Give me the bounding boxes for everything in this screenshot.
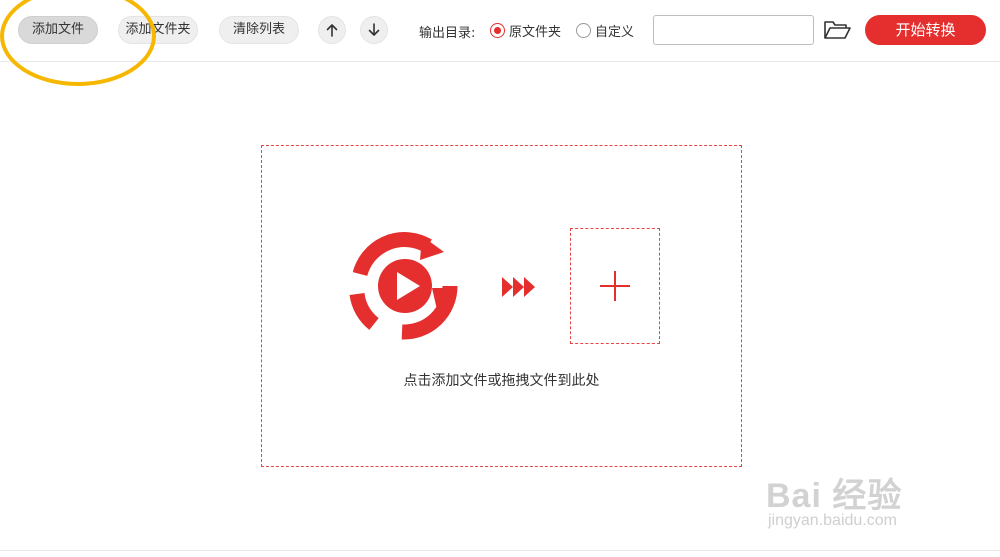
output-dir-label: 输出目录: [419,26,476,41]
radio-original-folder[interactable]: 原文件夹 [490,21,561,40]
add-file-placeholder[interactable] [570,228,660,344]
plus-icon [600,271,630,301]
start-convert-button[interactable]: 开始转换 [865,15,986,45]
toolbar: 添加文件 添加文件夹 清除列表 输出目录: 原文件夹 自定义 开始转换 [0,0,1000,62]
folder-open-icon [824,21,851,39]
move-up-button[interactable] [318,16,346,44]
file-drop-zone[interactable]: 点击添加文件或拖拽文件到此处 [261,145,742,467]
baidu-watermark: Bai 经验 jingyan.baidu.com [766,448,966,538]
browse-folder-button[interactable] [822,17,852,43]
drop-hint-text: 点击添加文件或拖拽文件到此处 [403,373,600,389]
watermark-logo-text: Bai 经验 [766,477,903,515]
move-down-button[interactable] [360,16,388,44]
add-folder-button[interactable]: 添加文件夹 [118,16,198,44]
radio-custom-indicator[interactable] [576,23,591,38]
clear-list-button[interactable]: 清除列表 [219,16,299,44]
triple-arrow-icon [502,277,535,297]
add-file-button[interactable]: 添加文件 [18,16,98,44]
radio-original-label: 原文件夹 [509,25,562,40]
arrow-up-icon [326,24,338,37]
radio-original-indicator[interactable] [490,23,505,38]
radio-custom-label: 自定义 [595,25,635,40]
bottom-divider [0,550,1000,551]
arrow-down-icon [368,23,380,36]
radio-custom-folder[interactable]: 自定义 [576,21,634,40]
watermark-url: jingyan.baidu.com [768,512,897,529]
output-path-input[interactable] [653,15,814,45]
video-convert-icon [349,232,458,340]
